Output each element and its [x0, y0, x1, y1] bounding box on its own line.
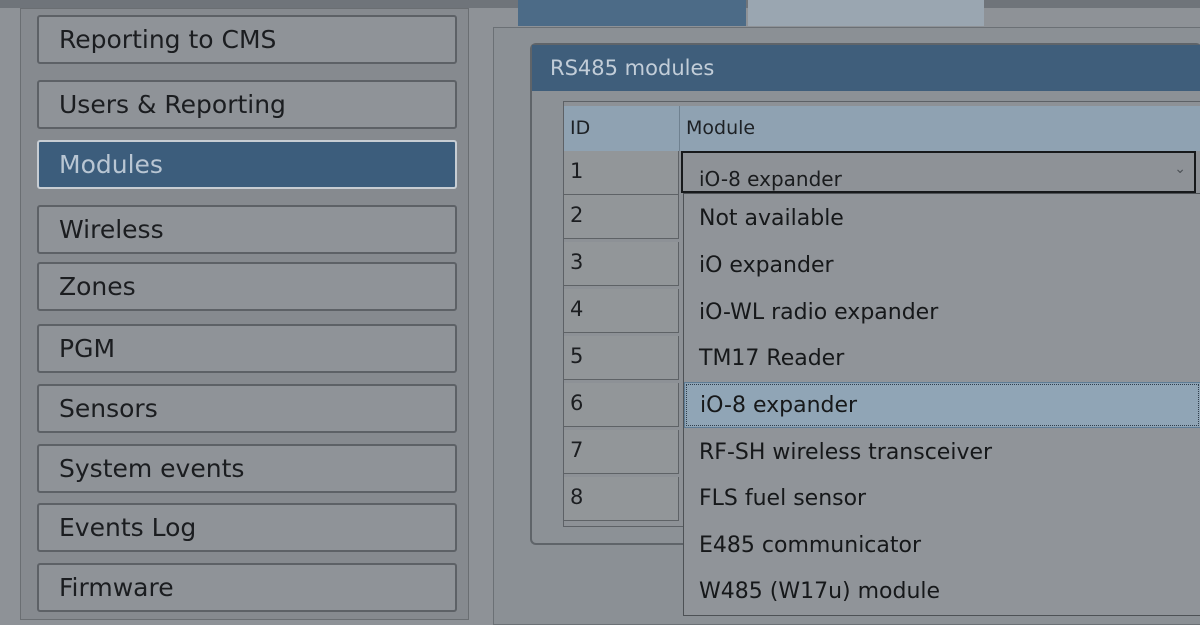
table-row-id[interactable]: 8 — [564, 477, 679, 521]
dropdown-option[interactable]: TM17 Reader — [684, 336, 1200, 382]
table-row-id[interactable]: 5 — [564, 336, 679, 380]
dropdown-option[interactable]: iO-WL radio expander — [684, 290, 1200, 336]
dropdown-option[interactable]: W485 (W17u) module — [684, 569, 1200, 615]
table-row-id[interactable]: 4 — [564, 289, 679, 333]
table-row-id[interactable]: 3 — [564, 242, 679, 286]
column-header-id-label: ID — [570, 117, 591, 139]
sidebar-item-wireless[interactable]: Wireless — [37, 205, 457, 254]
dropdown-option[interactable]: E485 communicator — [684, 523, 1200, 569]
module-select-row-1[interactable]: iO-8 expander ⌄ — [681, 151, 1196, 193]
top-tab-active[interactable] — [518, 0, 746, 26]
sidebar-item-users-reporting[interactable]: Users & Reporting — [37, 80, 457, 129]
table-row-id[interactable]: 7 — [564, 430, 679, 474]
dropdown-option-highlighted[interactable]: iO-8 expander — [684, 382, 1200, 428]
sidebar-item-pgm[interactable]: PGM — [37, 324, 457, 373]
dropdown-option[interactable]: RF-SH wireless transceiver — [684, 430, 1200, 476]
dropdown-option[interactable]: iO expander — [684, 243, 1200, 289]
sidebar-item-firmware[interactable]: Firmware — [37, 563, 457, 612]
dropdown-option[interactable]: FLS fuel sensor — [684, 476, 1200, 522]
column-header-module-label: Module — [686, 117, 756, 139]
table-row-id[interactable]: 1 — [564, 151, 679, 195]
table-row-id[interactable]: 6 — [564, 383, 679, 427]
chevron-down-icon[interactable]: ⌄ — [1174, 161, 1186, 177]
sidebar-item-sensors[interactable]: Sensors — [37, 384, 457, 433]
sidebar-item-reporting-to-cms[interactable]: Reporting to CMS — [37, 15, 457, 64]
module-dropdown-list: Not available iO expander iO-WL radio ex… — [683, 193, 1200, 616]
sidebar-item-modules[interactable]: Modules — [37, 140, 457, 189]
sidebar-item-zones[interactable]: Zones — [37, 262, 457, 311]
column-header-module[interactable]: Module — [680, 106, 1200, 151]
sidebar: Reporting to CMS Users & Reporting Modul… — [20, 8, 469, 620]
group-title: RS485 modules — [532, 45, 1200, 91]
sidebar-item-events-log[interactable]: Events Log — [37, 503, 457, 552]
column-header-id[interactable]: ID — [564, 106, 680, 151]
table-row-id[interactable]: 2 — [564, 195, 679, 239]
module-select-value: iO-8 expander — [699, 167, 842, 191]
dropdown-option[interactable]: Not available — [684, 196, 1200, 242]
sidebar-item-system-events[interactable]: System events — [37, 444, 457, 493]
top-tab-inactive[interactable] — [748, 0, 984, 26]
